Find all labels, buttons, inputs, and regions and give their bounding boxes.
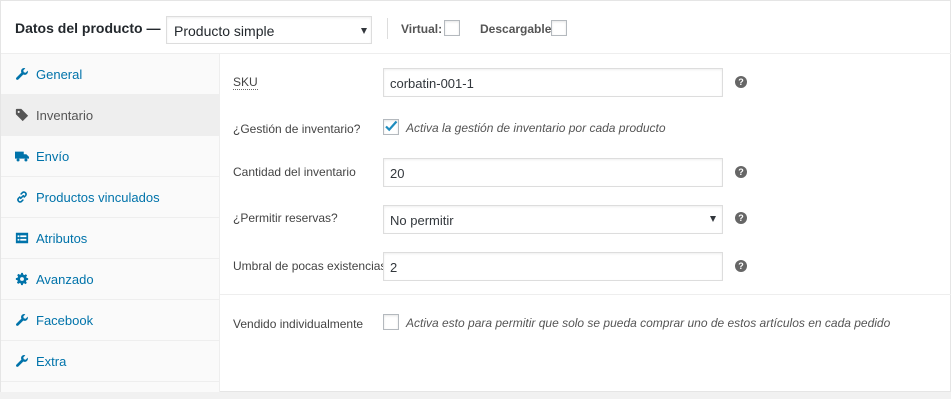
truck-icon	[15, 151, 29, 162]
sold-individually-description: Activa esto para permitir que solo se pu…	[406, 316, 891, 330]
checkmark-icon	[385, 120, 398, 132]
sold-individually-label: Vendido individualmente	[233, 317, 364, 331]
product-data-panel: Datos del producto — Producto simple Vir…	[0, 0, 951, 392]
tab-facebook[interactable]: Facebook	[1, 300, 219, 341]
tab-atributos[interactable]: Atributos	[1, 218, 219, 259]
tab-label: Facebook	[36, 313, 94, 328]
low-stock-label: Umbral de pocas existencias	[233, 259, 387, 273]
stock-quantity-value: 20	[390, 166, 405, 181]
backorders-value: No permitir	[390, 213, 454, 228]
manage-stock-description: Activa la gestión de inventario por cada…	[406, 121, 666, 135]
link-icon	[17, 191, 27, 203]
tab-envio[interactable]: Envío	[1, 136, 219, 177]
sku-value: corbatin-001-1	[390, 76, 474, 91]
tab-avanzado[interactable]: Avanzado	[1, 259, 219, 300]
backorders-label: ¿Permitir reservas?	[233, 211, 338, 225]
stock-quantity-label: Cantidad del inventario	[233, 165, 356, 179]
sku-label: SKU	[233, 75, 258, 90]
panel-header: Datos del producto — Producto simple Vir…	[1, 1, 951, 54]
sold-individually-checkbox[interactable]	[383, 314, 399, 330]
tab-productos-vinculados[interactable]: Productos vinculados	[1, 177, 219, 218]
product-type-value: Producto simple	[174, 23, 275, 39]
wrench-icon	[16, 68, 28, 80]
downloadable-checkbox[interactable]	[551, 20, 567, 36]
tab-label: Productos vinculados	[36, 190, 160, 205]
tab-general[interactable]: General	[1, 54, 219, 95]
virtual-checkbox[interactable]	[444, 20, 460, 36]
list-icon	[15, 232, 29, 244]
page-background	[0, 392, 951, 399]
help-icon[interactable]: ?	[735, 76, 747, 88]
manage-stock-label: ¿Gestión de inventario?	[233, 122, 361, 136]
backorders-select[interactable]: No permitir	[383, 205, 723, 234]
chevron-down-icon	[361, 28, 367, 34]
help-icon[interactable]: ?	[735, 212, 747, 224]
header-divider	[387, 18, 388, 39]
tab-inventario[interactable]: Inventario	[1, 95, 219, 136]
section-divider	[220, 294, 951, 295]
wrench-icon	[16, 314, 28, 326]
help-icon[interactable]: ?	[735, 260, 747, 272]
product-type-select[interactable]: Producto simple	[166, 16, 372, 44]
sku-input[interactable]: corbatin-001-1	[383, 68, 723, 97]
tab-extra[interactable]: Extra	[1, 341, 219, 382]
tab-label: Envío	[36, 149, 70, 164]
stock-quantity-input[interactable]: 20	[383, 158, 723, 187]
virtual-label: Virtual:	[401, 22, 443, 36]
gear-icon	[15, 272, 29, 286]
low-stock-input[interactable]: 2	[383, 252, 723, 281]
manage-stock-checkbox[interactable]	[383, 119, 399, 135]
downloadable-label: Descargable:	[480, 22, 556, 36]
panel-title: Datos del producto —	[15, 20, 161, 36]
tab-label: Extra	[36, 354, 67, 369]
chevron-down-icon	[710, 216, 716, 222]
tab-label: Avanzado	[36, 272, 94, 287]
low-stock-value: 2	[390, 260, 398, 275]
tag-icon	[15, 108, 29, 122]
tab-label: Atributos	[36, 231, 88, 246]
help-icon[interactable]: ?	[735, 166, 747, 178]
tab-label: Inventario	[36, 108, 94, 123]
product-tabs-sidebar: General Inventario Envío Productos vincu…	[1, 54, 220, 392]
tab-label: General	[36, 67, 83, 82]
wrench-icon	[16, 355, 28, 367]
